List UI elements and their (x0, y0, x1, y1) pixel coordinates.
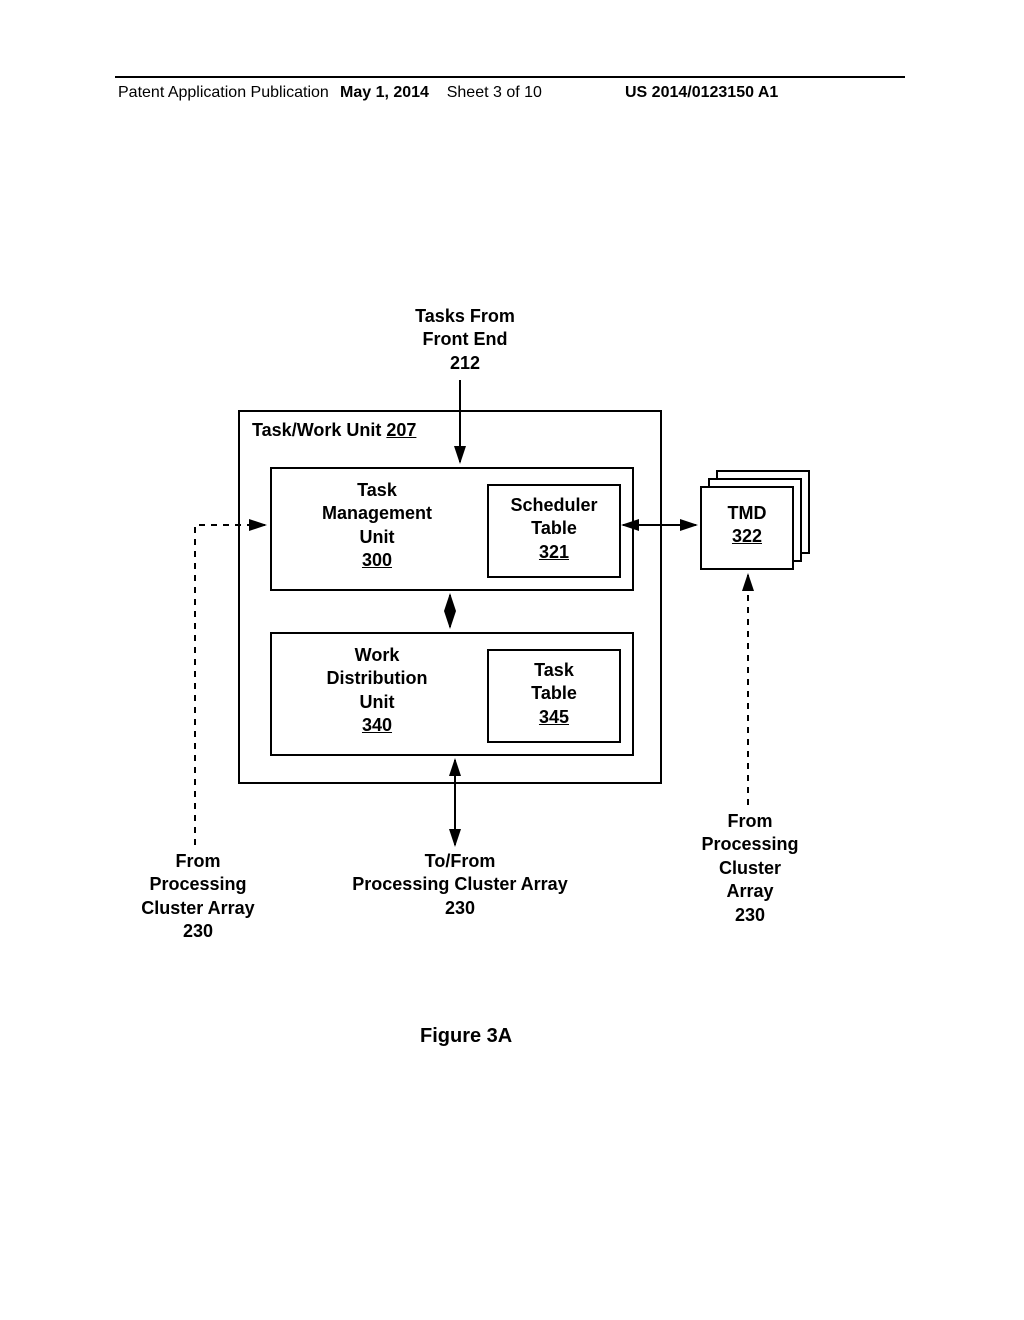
arrows-svg (0, 0, 1024, 1320)
page: Patent Application Publication May 1, 20… (0, 0, 1024, 1320)
